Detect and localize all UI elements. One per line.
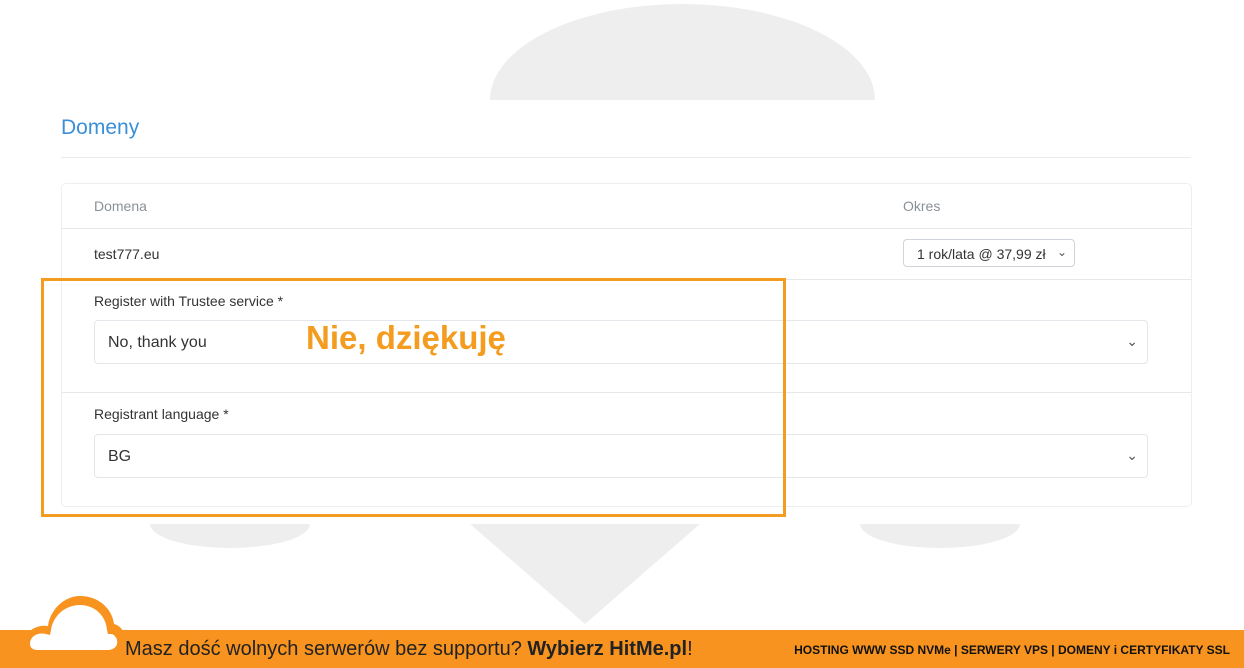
chevron-down-icon: ⌄ [1126, 333, 1138, 349]
background-decoration [490, 4, 875, 100]
column-header-domain: Domena [94, 198, 147, 214]
footer-slogan-suffix: ! [687, 638, 693, 660]
footer-slogan-brand[interactable]: Wybierz HitMe.pl [527, 638, 687, 660]
cloud-logo-icon [24, 596, 126, 668]
section-divider [61, 157, 1191, 158]
footer-links[interactable]: HOSTING WWW SSD NVMe | SERWERY VPS | DOM… [794, 643, 1230, 657]
section-title: Domeny [61, 116, 140, 139]
background-decoration [860, 524, 1020, 548]
period-select[interactable]: 1 rok/lata @ 37,99 zł ⌄ [903, 239, 1075, 267]
footer-slogan: Masz dość wolnych serwerów bez supportu?… [125, 638, 693, 661]
background-decoration [150, 524, 310, 548]
annotation-text: Nie, dziękuję [306, 319, 506, 356]
chevron-down-icon: ⌄ [1126, 447, 1138, 463]
chevron-down-icon: ⌄ [1056, 245, 1067, 259]
footer-slogan-prefix: Masz dość wolnych serwerów bez supportu? [125, 638, 528, 660]
table-row: test777.eu 1 rok/lata @ 37,99 zł ⌄ [62, 229, 1191, 280]
annotation-highlight-box [41, 278, 786, 517]
background-decoration [470, 524, 700, 624]
domain-name: test777.eu [94, 246, 160, 262]
column-header-period: Okres [903, 198, 941, 214]
period-select-value: 1 rok/lata @ 37,99 zł [917, 246, 1046, 262]
table-header: Domena Okres [62, 184, 1191, 229]
